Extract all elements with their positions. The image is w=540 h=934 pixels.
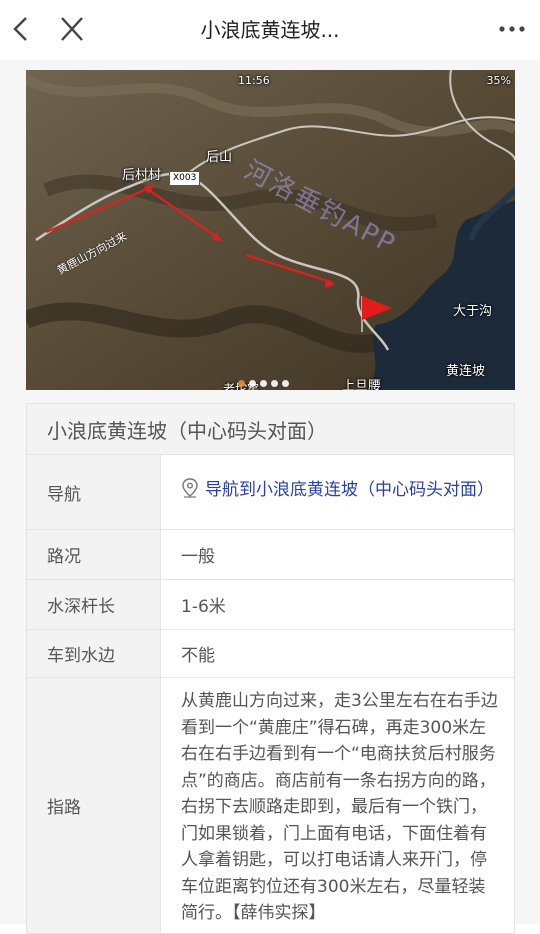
navigate-link[interactable]: 导航到小浪底黄连坡（中心码头对面） (181, 478, 498, 506)
car-value: 不能 (160, 629, 515, 678)
satellite-map-image[interactable]: 11:56 35% 河洛垂钓APP 黄鹿山方向过来 X003 后村村 后山 大于… (26, 70, 515, 390)
place-label-shangdanyao: 上旦腰 (342, 379, 382, 390)
nav-key: 导航 (26, 454, 161, 530)
route-key: 指路 (26, 677, 161, 934)
route-description: 从黄鹿山方向过来，走3公里左右在右手边看到一个“黄鹿庄”得石碑，再走300米左右… (160, 677, 515, 934)
car-key: 车到水边 (26, 629, 161, 678)
map-graphic (26, 70, 515, 390)
road-key: 路况 (26, 529, 161, 580)
place-label-dayugou: 大于沟 (453, 304, 493, 319)
spot-title: 小浪底黄连坡（中心码头对面） (26, 403, 515, 455)
navigate-link-text[interactable]: 导航到小浪底黄连坡（中心码头对面） (205, 480, 494, 500)
page-title: 小浪底黄连坡... (200, 18, 340, 42)
place-label-huanglianpo: 黄连坡 (446, 364, 486, 379)
close-icon[interactable] (56, 12, 88, 46)
carousel-dot[interactable] (238, 380, 245, 387)
depth-key: 水深杆长 (26, 579, 161, 630)
back-arrow-icon[interactable] (6, 12, 38, 46)
location-pin-icon (181, 478, 199, 506)
status-time: 11:56 (238, 74, 270, 87)
road-value: 一般 (160, 529, 515, 580)
carousel-dot[interactable] (271, 380, 278, 387)
place-label-houcun: 后村村 (122, 168, 162, 183)
status-battery: 35% (486, 74, 511, 87)
place-label-houshan: 后山 (206, 150, 233, 165)
nav-cell[interactable]: 导航到小浪底黄连坡（中心码头对面） (160, 454, 515, 530)
road-tag: X003 (169, 171, 201, 186)
more-options-icon[interactable] (496, 14, 528, 44)
carousel-dot[interactable] (282, 380, 289, 387)
carousel-indicator[interactable] (238, 372, 293, 387)
carousel-dot[interactable] (249, 380, 256, 387)
depth-value: 1-6米 (160, 579, 515, 630)
spot-info-table: 小浪底黄连坡（中心码头对面） 导航 导航到小浪底黄连坡（中心码头对面） 路况 一… (26, 403, 515, 934)
carousel-dot[interactable] (260, 380, 267, 387)
top-nav-bar: 小浪底黄连坡... (0, 0, 540, 60)
